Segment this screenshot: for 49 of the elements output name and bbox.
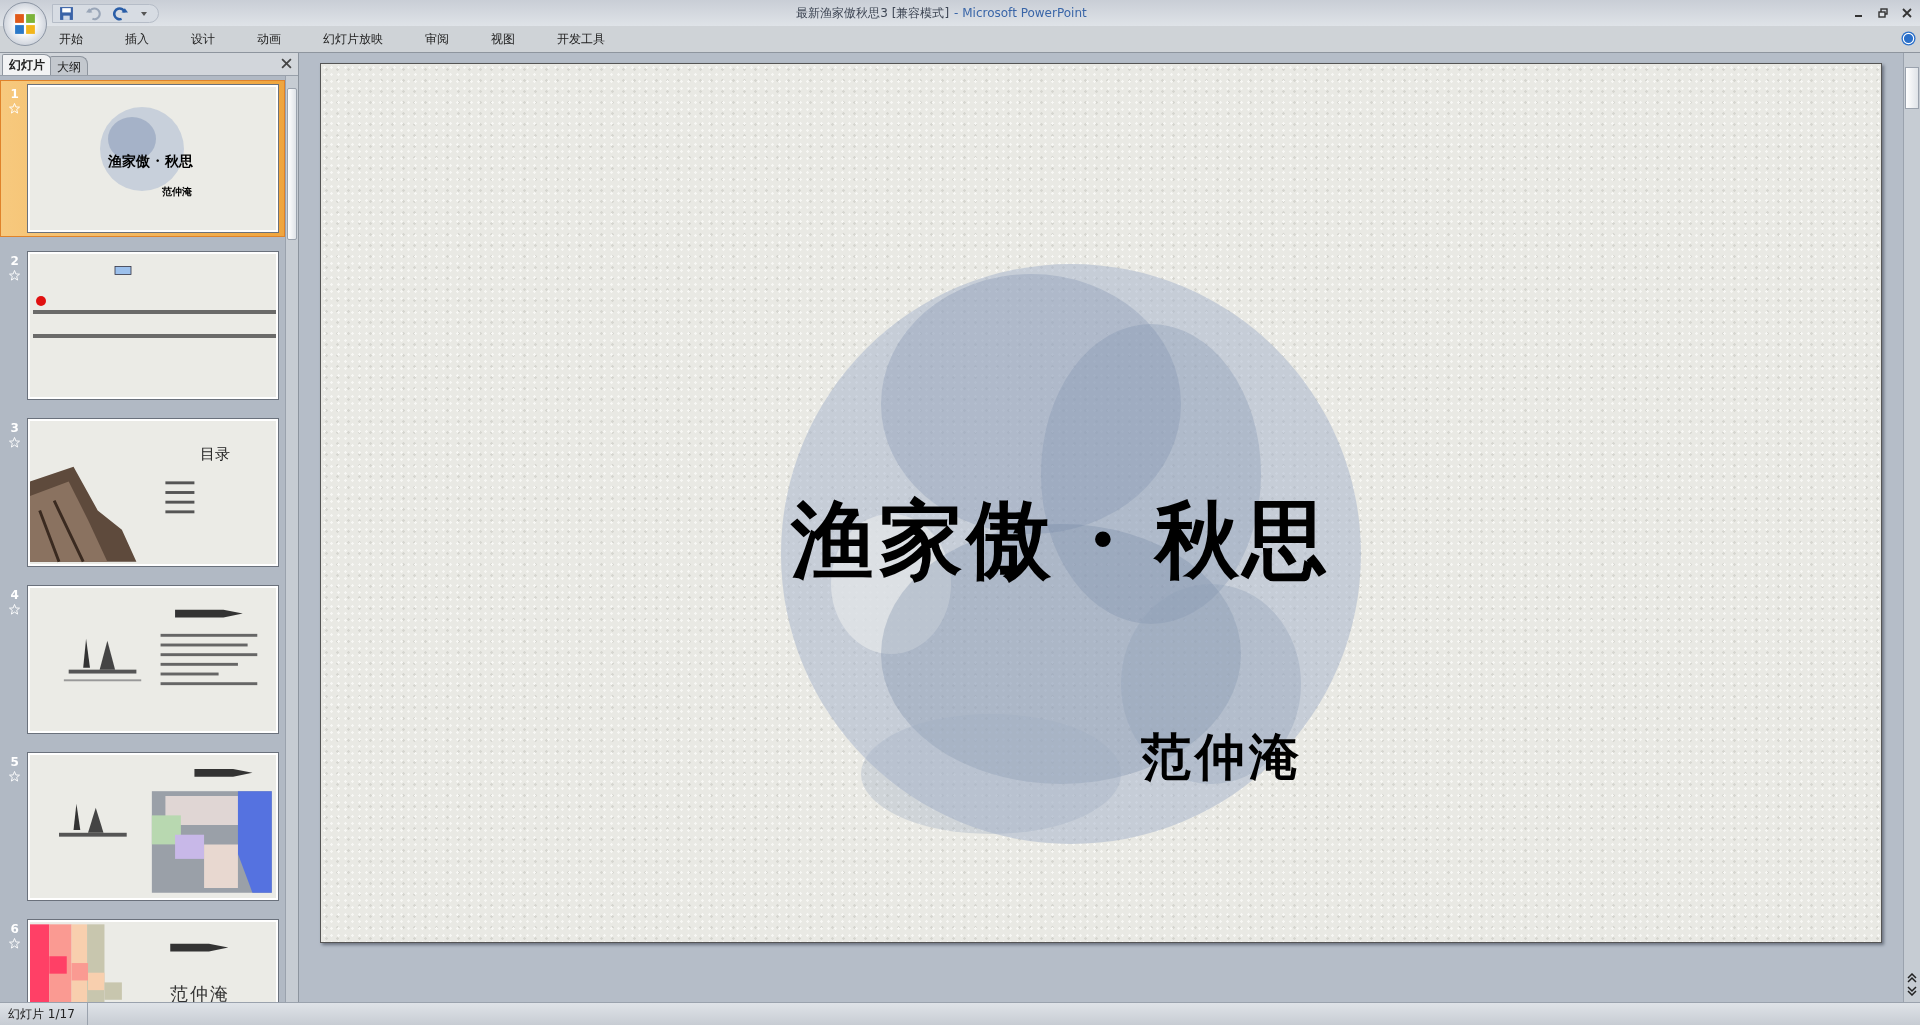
restore-icon[interactable] [1878,8,1888,18]
star-icon [9,270,21,281]
slide-number: 5 [10,755,19,769]
scrollbar-thumb[interactable] [1905,67,1919,109]
slide-number: 3 [10,421,19,435]
slide-subtitle: 范仲淹 [1141,726,1303,788]
scrollbar[interactable] [285,76,298,1002]
app-name: - Microsoft PowerPoint [954,5,1087,20]
thumbnail-title: 渔家傲 · 秋思 [108,153,193,171]
slide-thumbnail-row[interactable]: 3 目录 [0,414,285,571]
window-title: 最新渔家傲秋思3 [兼容模式] [796,5,950,20]
ribbon-tab[interactable]: 动画 [246,27,292,51]
thumbnail-title: 范仲淹 [170,982,231,1002]
scrollbar[interactable] [1903,53,1920,1002]
ribbon-tab[interactable]: 设计 [180,27,226,51]
ribbon-tab[interactable]: 插入 [114,27,160,51]
ribbon-tab[interactable]: 幻灯片放映 [312,27,394,51]
slide-number: 4 [10,588,19,602]
slide-number: 6 [10,922,19,936]
star-icon [9,437,21,448]
star-icon [9,938,21,949]
scrollbar-thumb[interactable] [287,88,297,240]
slide-title: 渔家傲 · 秋思 [791,489,1331,591]
panel-tab[interactable]: 大纲 [50,56,88,75]
slide-number: 1 [10,87,19,101]
thumbnail-subtitle: 范仲淹 [162,185,193,199]
ribbon-tab[interactable]: 开始 [48,27,94,51]
previous-slide-icon[interactable] [1907,973,1917,983]
star-icon [9,771,21,782]
thumbnail-title: 目录 [200,445,231,464]
redo-icon[interactable] [113,5,128,21]
save-icon[interactable] [59,5,74,21]
ribbon-tab[interactable]: 开发工具 [546,27,616,51]
ribbon-tab[interactable]: 审阅 [414,27,460,51]
office-logo-icon [14,13,36,35]
customize-arrow-icon[interactable] [140,9,148,17]
slide-number: 2 [10,254,19,268]
help-icon[interactable] [1901,31,1916,46]
close-icon[interactable] [1902,8,1912,18]
slide-count: 幻灯片 1/17 [0,1003,88,1025]
close-icon[interactable] [281,58,292,69]
star-icon [9,103,21,114]
next-slide-icon[interactable] [1907,986,1917,996]
office-button[interactable] [3,2,47,46]
star-icon [9,604,21,615]
slide-thumbnail-row[interactable]: 1 渔家傲 · 秋思 范仲淹 [0,80,285,237]
panel-tab[interactable]: 幻灯片 [2,54,52,75]
slide-thumbnail-row[interactable]: 6 范仲淹 [0,915,285,1002]
ribbon-tab[interactable]: 视图 [480,27,526,51]
